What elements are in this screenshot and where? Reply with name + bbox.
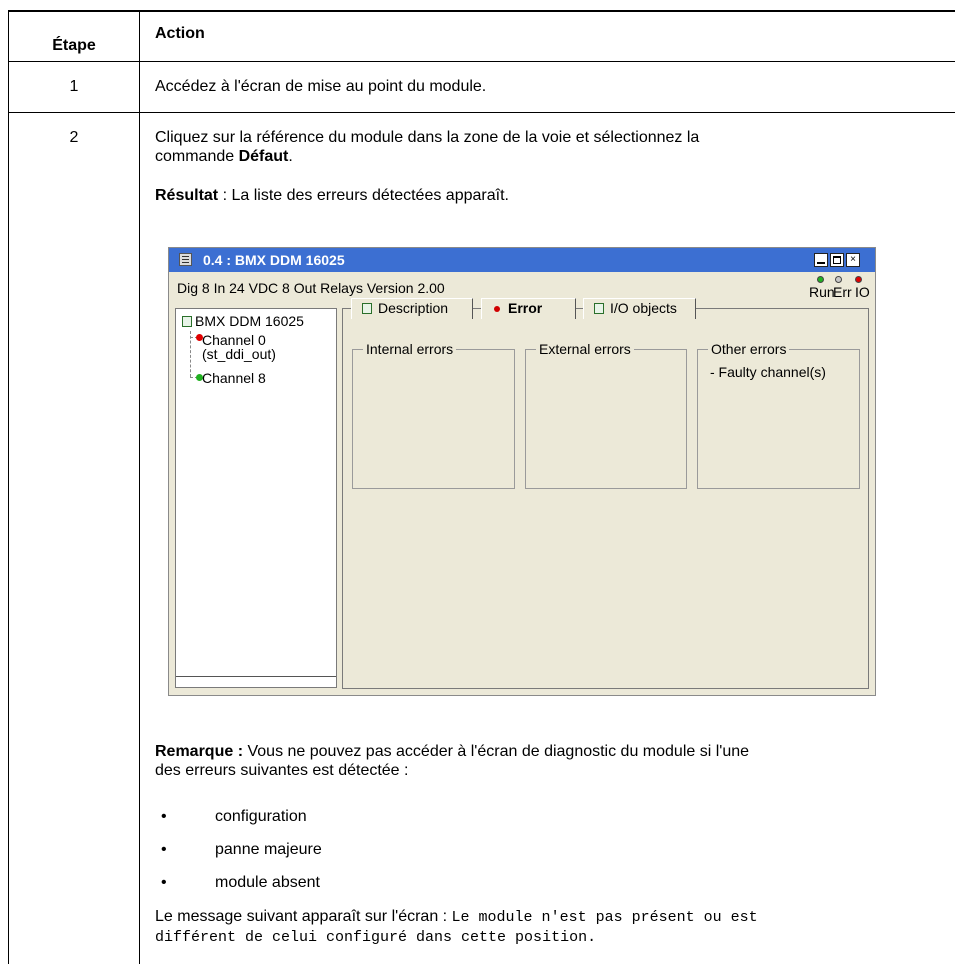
module-debug-window: 0.4 : BMX DDM 16025 × Dig 8 In 24 VDC 8 … [168,247,876,696]
tab-error-label: Error [508,300,543,316]
channel-tree: BMX DDM 16025 Channel 0 (st_ddi_out) Cha… [175,308,337,688]
window-app-icon [179,253,192,266]
tree-root-module[interactable]: BMX DDM 16025 [182,313,304,329]
run-led-label: Run [809,284,835,300]
note-label: Remarque : [155,743,244,760]
window-title-bar: 0.4 : BMX DDM 16025 × [169,248,875,272]
close-button[interactable]: × [846,253,860,267]
faulty-channel-item: - Faulty channel(s) [710,364,826,380]
status-leds: Run Err IO [809,273,870,301]
column-divider [139,11,140,964]
internal-errors-group: Internal errors [352,341,515,489]
tab-description-label: Description [378,300,449,316]
bullet-item: configuration [215,808,307,825]
command-name: Défaut [238,148,289,165]
message-code-1: Le module n'est pas présent ou est [451,909,758,926]
message-paragraph: Le message suivant apparaît sur l'écran … [155,907,945,947]
channel-0-sublabel: (st_ddi_out) [202,346,276,362]
window-title: 0.4 : BMX DDM 16025 [203,252,345,268]
header-divider [9,61,955,62]
io-objects-tab-icon [594,303,604,314]
minimize-button[interactable] [814,253,828,267]
internal-errors-title: Internal errors [363,341,457,357]
tree-scrollbar-edge [176,676,336,677]
err-led-icon [835,276,842,283]
instruction-line2-suffix: . [288,148,293,165]
instruction-line1: Cliquez sur la référence du module dans … [155,129,700,146]
description-tab-icon [362,303,372,314]
io-led-icon [855,276,862,283]
tab-io-objects[interactable]: I/O objects [583,298,696,319]
note-text-1: Vous ne pouvez pas accéder à l'écran de … [243,743,750,760]
tab-error[interactable]: Error [481,298,576,319]
note-paragraph: Remarque : Vous ne pouvez pas accéder à … [155,742,935,780]
tree-root-label: BMX DDM 16025 [195,313,304,329]
table-top-border [9,11,955,12]
bullet-marker: • [161,841,167,858]
other-errors-title: Other errors [708,341,790,357]
bullet-marker: • [161,874,167,891]
header-step: Étape [52,37,96,54]
maximize-button[interactable] [830,253,844,267]
tree-item-channel-0[interactable]: Channel 0 (st_ddi_out) [202,333,276,361]
row-divider [9,112,955,113]
external-errors-group: External errors [525,341,687,489]
result-line: Résultat : La liste des erreurs détectée… [155,186,935,205]
result-text: : La liste des erreurs détectées apparaî… [218,187,509,204]
result-label: Résultat [155,187,219,204]
other-errors-group: Other errors - Faulty channel(s) [697,341,860,489]
tab-io-objects-label: I/O objects [610,300,677,316]
note-text-2: des erreurs suivantes est détectée : [155,762,409,779]
module-description: Dig 8 In 24 VDC 8 Out Relays Version 2.0… [177,280,445,296]
tree-item-channel-8[interactable]: Channel 8 [202,371,266,385]
message-prefix: Le message suivant apparaît sur l'écran … [155,908,452,925]
run-led-icon [817,276,824,283]
err-led-label: Err [833,284,852,300]
step-2-instruction: Cliquez sur la référence du module dans … [155,128,935,166]
error-tab-icon [494,306,500,312]
header-action: Action [155,25,205,42]
module-icon [182,316,192,327]
bullet-item: module absent [215,874,320,891]
step-1-number: 1 [69,78,79,95]
bullet-item: panne majeure [215,841,322,858]
message-code-2: différent de celui configuré dans cette … [155,929,597,946]
instruction-line2-prefix: commande [155,148,239,165]
step-2-number: 2 [69,129,79,146]
external-errors-title: External errors [536,341,634,357]
bullet-marker: • [161,808,167,825]
io-led-label: IO [855,284,870,300]
step-1-text: Accédez à l'écran de mise au point du mo… [155,78,487,95]
tab-description[interactable]: Description [351,298,473,319]
